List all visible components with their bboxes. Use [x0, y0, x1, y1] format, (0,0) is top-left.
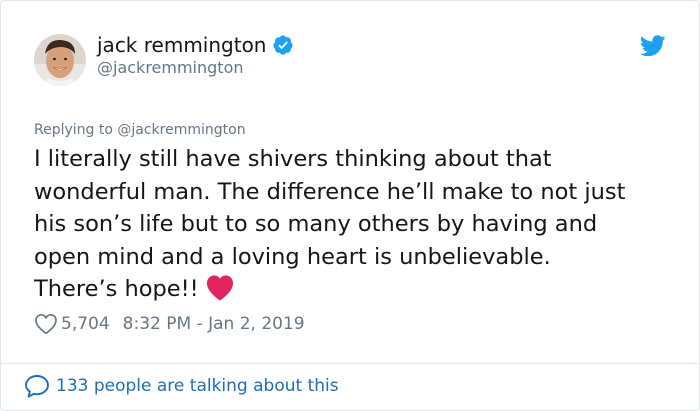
- tweet-text: I literally still have shivers thinking …: [34, 143, 674, 306]
- tweet-meta: 5,704 8:32 PM - Jan 2, 2019: [34, 312, 305, 336]
- avatar[interactable]: [34, 34, 86, 86]
- replying-to: Replying to @jackremmington: [34, 120, 246, 140]
- replying-prefix: Replying to: [34, 122, 118, 138]
- author-name-text: jack remmington: [97, 33, 267, 57]
- red-heart-icon: [205, 274, 235, 301]
- verified-badge-icon: [272, 34, 294, 56]
- tweet-timestamp[interactable]: 8:32 PM - Jan 2, 2019: [123, 312, 305, 336]
- speech-bubble-icon: [24, 374, 50, 398]
- like-count[interactable]: 5,704: [61, 312, 110, 336]
- twitter-bird-icon[interactable]: [639, 35, 666, 57]
- conversation-link[interactable]: 133 people are talking about this: [24, 373, 339, 399]
- author-handle[interactable]: @jackremmington: [97, 58, 244, 78]
- tweet-body: I literally still have shivers thinking …: [34, 146, 626, 302]
- tweet-card: jack remmington @jackremmington Replying…: [0, 0, 700, 411]
- heart-outline-icon[interactable]: [34, 313, 58, 335]
- conversation-text: 133 people are talking about this: [56, 376, 339, 396]
- author-display-name[interactable]: jack remmington: [97, 32, 294, 58]
- replying-to-handle[interactable]: @jackremmington: [117, 122, 245, 138]
- footer-divider: [1, 363, 699, 364]
